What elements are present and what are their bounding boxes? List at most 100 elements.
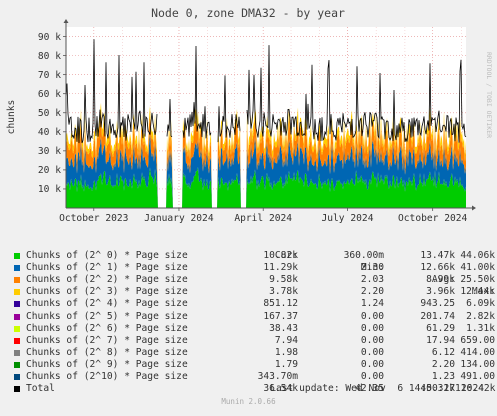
legend-cur: 167.37	[263, 310, 298, 322]
legend-swatch	[14, 289, 20, 296]
legend-min: 0.00	[360, 358, 384, 370]
legend-row: Chunks of (2^ 5) * Page size 167.37 0.00 20…	[12, 310, 495, 323]
legend-header: Cur: Min: Avg: Max:	[12, 238, 495, 297]
legend-swatch	[14, 301, 20, 308]
y-tick-label: 80 k	[38, 51, 61, 62]
legend-cur: 10.82k	[263, 250, 298, 262]
y-tick-label: 30 k	[38, 146, 61, 157]
legend-label: Chunks of (2^10) * Page size	[26, 371, 188, 383]
legend-label: Chunks of (2^ 7) * Page size	[26, 334, 188, 346]
legend-cur: 11.29k	[263, 262, 298, 274]
legend-label: Chunks of (2^ 3) * Page size	[26, 286, 188, 298]
legend-cur: 38.43	[269, 322, 298, 334]
y-tick-label: 20 k	[38, 165, 61, 176]
legend-row: Chunks of (2^10) * Page size 343.70m 0.00 1…	[12, 371, 495, 383]
legend-avg: 2.20	[431, 358, 455, 370]
legend-min: 1.24	[360, 298, 384, 310]
legend-swatch	[14, 325, 20, 332]
y-tick-label: 40 k	[38, 127, 61, 138]
legend-row: Chunks of (2^ 7) * Page size 7.94 0.00 17.9…	[12, 334, 495, 347]
legend-label: Total	[26, 383, 55, 395]
legend-label: Chunks of (2^ 4) * Page size	[26, 298, 188, 310]
legend-row: Chunks of (2^ 3) * Page size 3.78k 2.20 3.9…	[12, 286, 495, 298]
legend-max: 2.82k	[466, 310, 495, 322]
legend-max: 491.00	[460, 371, 495, 383]
legend-cur: 1.98	[274, 346, 298, 358]
legend-max: 134.00	[460, 358, 495, 370]
legend-avg: 61.29	[426, 322, 455, 334]
legend-label: Chunks of (2^ 1) * Page size	[26, 262, 188, 274]
y-tick-label: 90 k	[38, 32, 61, 43]
legend-swatch	[14, 277, 20, 284]
legend-label: Chunks of (2^ 5) * Page size	[26, 310, 188, 322]
x-tick-label: January 2024	[144, 213, 214, 224]
y-tick-label: 70 k	[38, 70, 61, 81]
legend-row: Chunks of (2^ 4) * Page size 851.12 1.24 94…	[12, 298, 495, 310]
legend-avg: 17.94	[426, 334, 455, 346]
legend-min: 0.00	[360, 334, 384, 346]
legend-avg: 12.66k	[420, 262, 455, 274]
rrdtool-label: RRDTOOL / TOBI OETIKER	[485, 52, 493, 138]
legend-cur: 1.79	[274, 358, 298, 370]
x-axis-arrow	[472, 205, 476, 211]
legend-label: Chunks of (2^ 2) * Page size	[26, 274, 188, 286]
legend-row: Chunks of (2^ 9) * Page size 1.79 0.00 2.20…	[12, 358, 495, 371]
legend-swatch	[14, 265, 20, 272]
legend-min: 0.00	[360, 322, 384, 334]
y-tick-label: 50 k	[38, 108, 61, 119]
legend-row: Chunks of (2^ 8) * Page size 1.98 0.00 6.12…	[12, 346, 495, 359]
munin-version: Munin 2.0.66	[221, 397, 276, 406]
legend-cur: 9.58k	[269, 274, 298, 286]
legend-min: 2.30	[360, 262, 384, 274]
legend-swatch	[14, 253, 20, 260]
x-tick-label: July 2024	[321, 213, 373, 224]
x-tick-label: April 2024	[234, 213, 292, 224]
legend-avg: 201.74	[420, 310, 455, 322]
y-axis-label: chunks	[6, 100, 17, 135]
legend-swatch	[14, 374, 20, 381]
legend-row: Chunks of (2^ 2) * Page size 9.58k 2.03 8.9…	[12, 274, 495, 286]
legend-rows: Chunks of (2^ 0) * Page size 10.82k 360.00…	[12, 250, 495, 395]
legend-label: Chunks of (2^ 0) * Page size	[26, 250, 188, 262]
legend-max: 41.00k	[460, 262, 495, 274]
chart-title: Node 0, zone DMA32 - by year	[151, 6, 345, 20]
legend-avg: 1.23	[431, 371, 455, 383]
legend-max: 414.00	[460, 346, 495, 358]
legend-max: 659.00	[460, 334, 495, 346]
x-tick-label: October 2024	[398, 213, 468, 224]
legend-swatch	[14, 349, 20, 356]
legend-cur: 343.70m	[257, 371, 298, 383]
x-tick-label: October 2023	[59, 213, 129, 224]
legend-avg: 13.47k	[420, 250, 455, 262]
legend-avg: 6.12	[431, 346, 455, 358]
legend-min: 2.20	[360, 286, 384, 298]
legend-min: 360.00m	[343, 250, 384, 262]
legend-min: 2.03	[360, 274, 384, 286]
legend-max: 25.50k	[460, 274, 495, 286]
legend: Cur: Min: Avg: Max: Chunks of (2^ 0) * P…	[12, 238, 495, 395]
legend-cur: 7.94	[274, 334, 298, 346]
legend-max: 44.06k	[460, 250, 495, 262]
legend-row: Chunks of (2^ 1) * Page size 11.29k 2.30 12…	[12, 262, 495, 274]
legend-min: 0.00	[360, 346, 384, 358]
legend-min: 0.00	[360, 371, 384, 383]
legend-swatch	[14, 361, 20, 368]
legend-cur: 851.12	[263, 298, 298, 310]
legend-max: 6.09k	[466, 298, 495, 310]
legend-label: Chunks of (2^ 9) * Page size	[26, 358, 188, 370]
legend-max: 1.31k	[466, 322, 495, 334]
legend-min: 0.00	[360, 310, 384, 322]
legend-avg: 8.99k	[426, 274, 455, 286]
legend-avg: 943.25	[420, 298, 455, 310]
legend-swatch	[14, 386, 20, 393]
y-tick-label: 60 k	[38, 89, 61, 100]
y-tick-label: 10 k	[38, 184, 61, 195]
legend-label: Chunks of (2^ 6) * Page size	[26, 322, 188, 334]
legend-label: Chunks of (2^ 8) * Page size	[26, 346, 188, 358]
y-axis-arrow	[63, 19, 69, 23]
legend-swatch	[14, 313, 20, 320]
legend-cur: 3.78k	[269, 286, 298, 298]
legend-avg: 3.96k	[426, 286, 455, 298]
legend-max: 12.44k	[460, 286, 495, 298]
last-update: Last update: Wed Nov 6 14:50:17 2024	[270, 383, 484, 394]
